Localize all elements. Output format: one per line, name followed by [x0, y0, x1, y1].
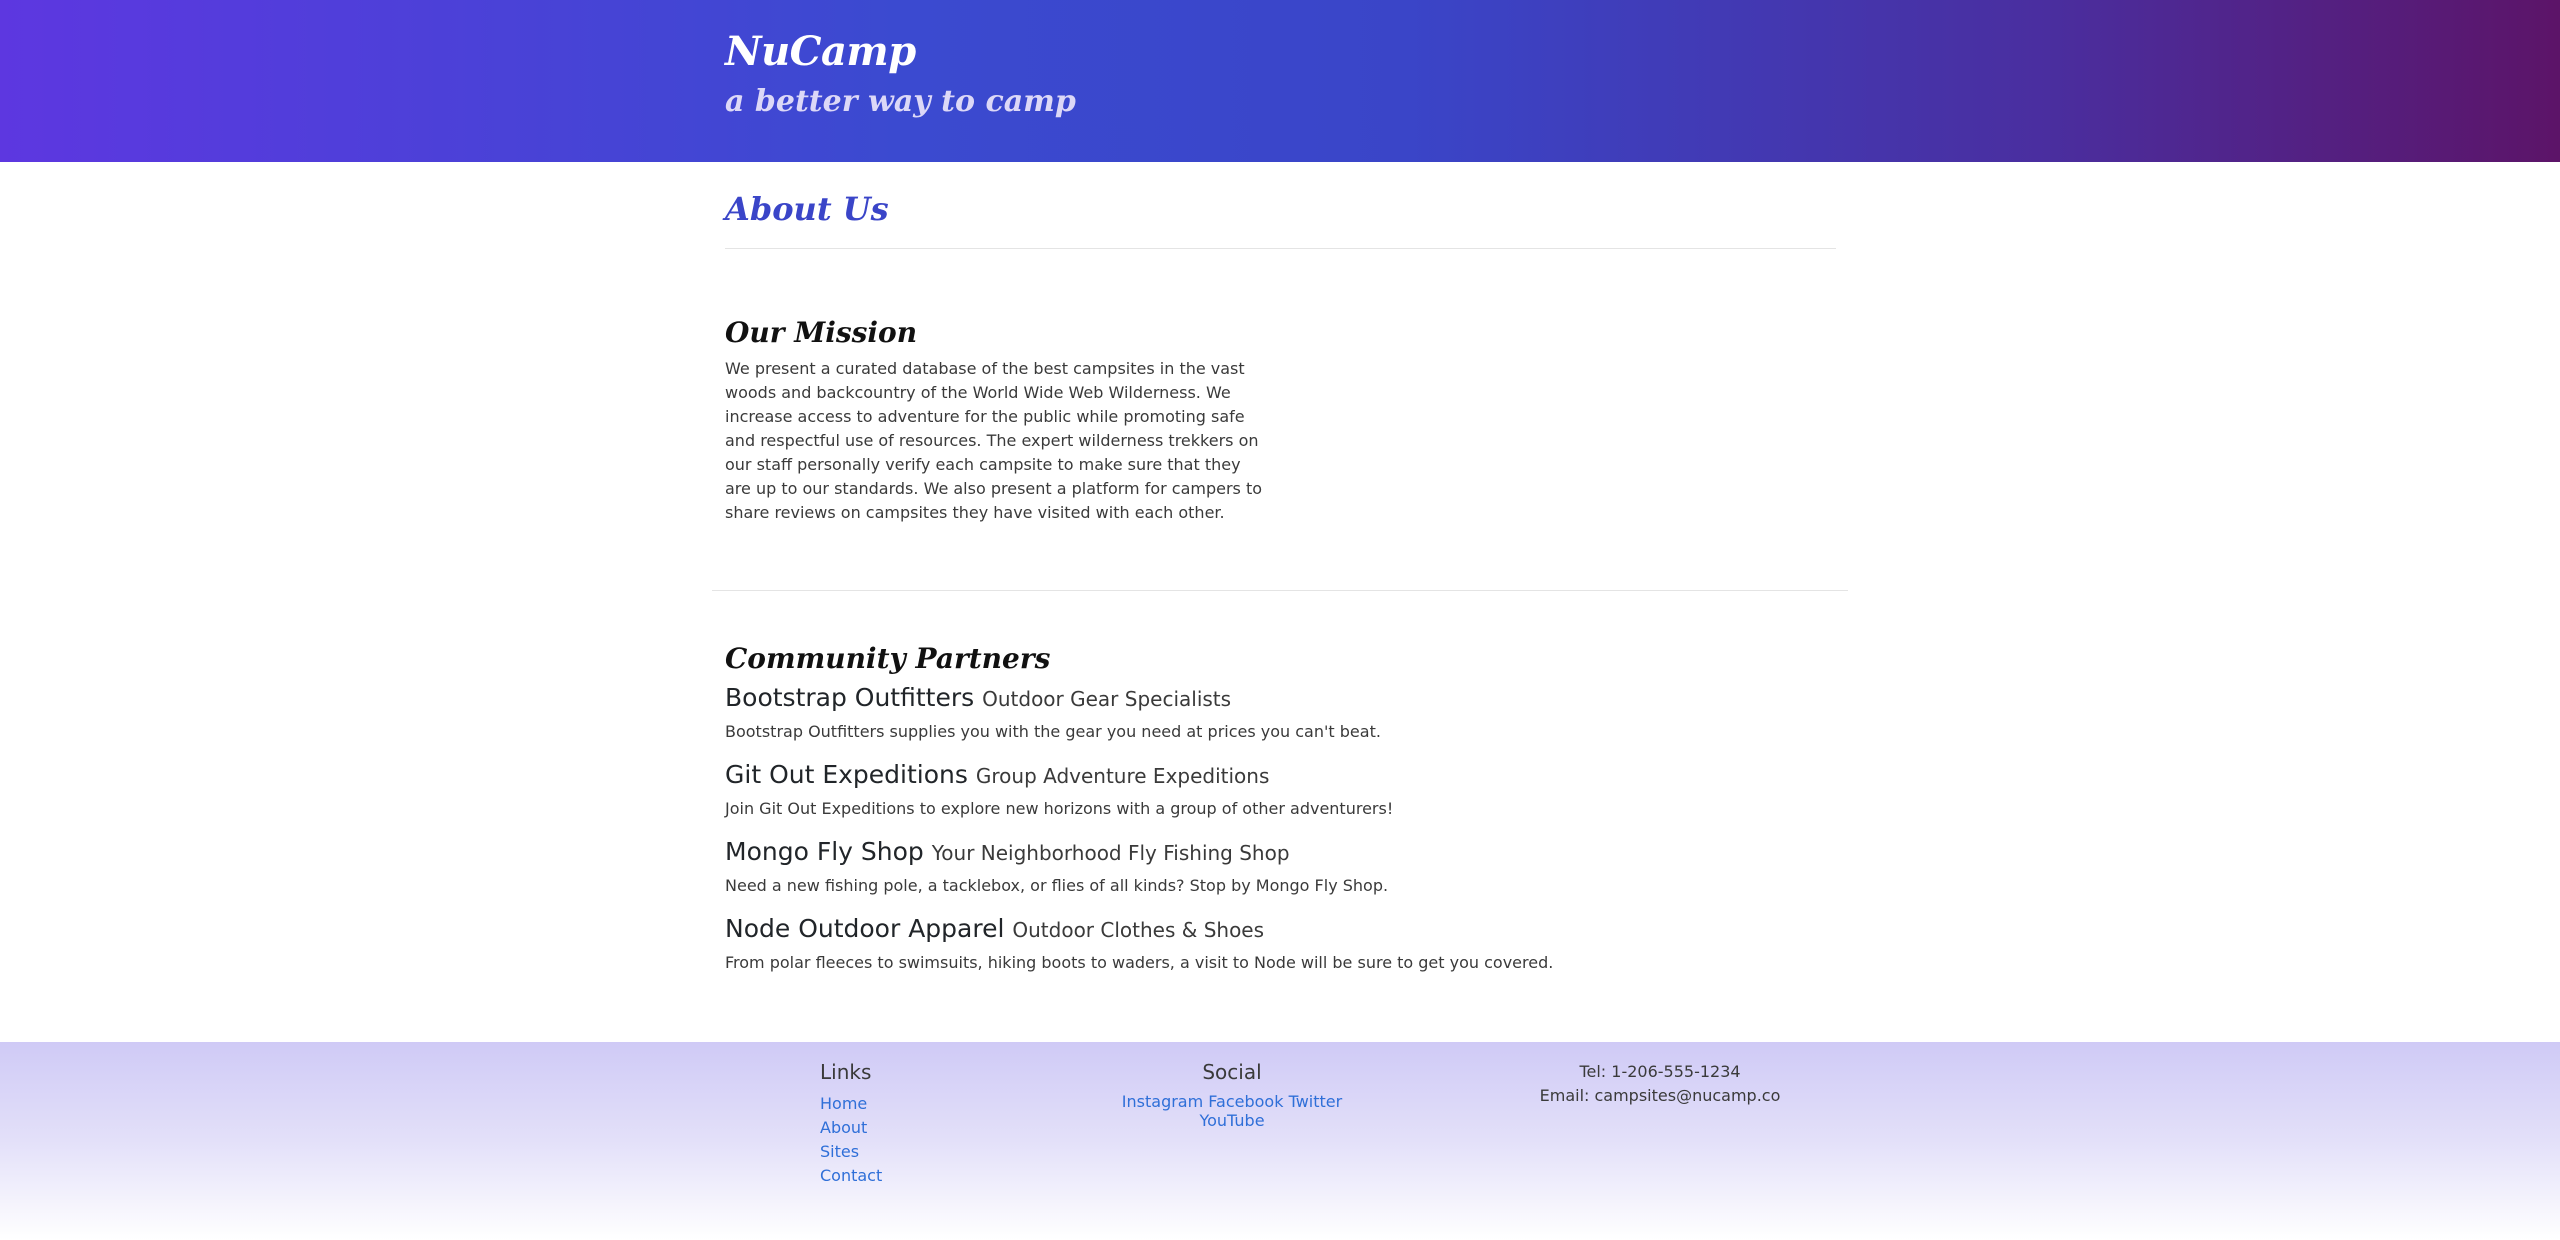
partner-description: From polar fleeces to swimsuits, hiking … — [725, 953, 1554, 972]
partner-subtitle: Outdoor Clothes & Shoes — [1012, 918, 1265, 942]
partner-item: Node Outdoor Apparel Outdoor Clothes & S… — [725, 913, 1825, 974]
contact-phone: Tel: 1-206-555-1234 — [1579, 1062, 1741, 1081]
partner-name: Mongo Fly Shop — [725, 837, 924, 866]
footer-social-section: Social Instagram Facebook Twitter YouTub… — [1094, 1060, 1370, 1130]
brand-tagline: a better way to camp — [725, 84, 1076, 119]
mission-text: We present a curated database of the bes… — [725, 359, 1263, 522]
footer-links-section: Links Home About Sites Contact — [820, 1060, 882, 1188]
footer-contact-section: Tel: 1-206-555-1234 Email: campsites@nuc… — [1500, 1060, 1820, 1108]
social-link-instagram[interactable]: Instagram — [1122, 1092, 1203, 1111]
partner-item: Mongo Fly Shop Your Neighborhood Fly Fis… — [725, 836, 1825, 897]
contact-email: Email: campsites@nucamp.co — [1539, 1086, 1781, 1105]
page-title: About Us — [725, 190, 889, 228]
divider — [712, 590, 1848, 591]
footer-link-home[interactable]: Home — [820, 1092, 882, 1116]
partner-subtitle: Outdoor Gear Specialists — [982, 687, 1232, 711]
social-link-facebook[interactable]: Facebook — [1208, 1092, 1283, 1111]
partner-item: Git Out Expeditions Group Adventure Expe… — [725, 759, 1825, 820]
footer-social-heading: Social — [1202, 1060, 1262, 1084]
footer-link-about[interactable]: About — [820, 1116, 882, 1140]
partner-subtitle: Group Adventure Expeditions — [975, 764, 1270, 788]
divider — [725, 248, 1836, 249]
partner-description: Bootstrap Outfitters supplies you with t… — [725, 722, 1381, 741]
partners-heading: Community Partners — [725, 642, 1051, 675]
footer-link-sites[interactable]: Sites — [820, 1140, 882, 1164]
footer-links-heading: Links — [820, 1060, 872, 1084]
social-link-twitter[interactable]: Twitter — [1289, 1092, 1343, 1111]
social-link-youtube[interactable]: YouTube — [1199, 1111, 1264, 1130]
site-header: NuCamp a better way to camp — [0, 0, 2560, 162]
partner-name: Git Out Expeditions — [725, 760, 968, 789]
brand-title: NuCamp — [725, 28, 916, 75]
partner-description: Need a new fishing pole, a tacklebox, or… — [725, 876, 1389, 895]
site-footer: Links Home About Sites Contact Social In… — [0, 1042, 2560, 1240]
partner-description: Join Git Out Expeditions to explore new … — [725, 799, 1394, 818]
partner-subtitle: Your Neighborhood Fly Fishing Shop — [931, 841, 1290, 865]
partner-name: Node Outdoor Apparel — [725, 914, 1005, 943]
partner-item: Bootstrap Outfitters Outdoor Gear Specia… — [725, 682, 1825, 743]
partner-name: Bootstrap Outfitters — [725, 683, 975, 712]
mission-heading: Our Mission — [725, 316, 918, 349]
footer-link-contact[interactable]: Contact — [820, 1164, 882, 1188]
